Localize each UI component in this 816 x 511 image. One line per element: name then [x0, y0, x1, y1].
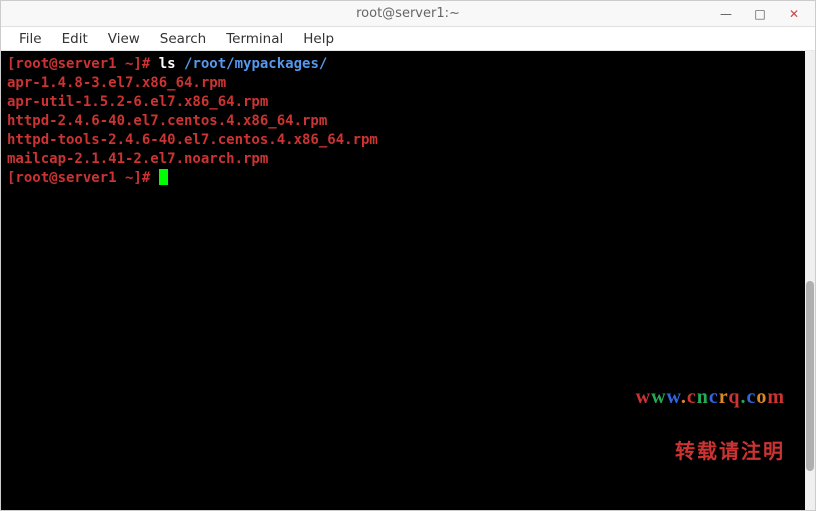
maximize-icon: □: [754, 7, 765, 21]
output-line-5: mailcap-2.1.41-2.el7.noarch.rpm: [7, 151, 268, 167]
output-line-1: apr-1.4.8-3.el7.x86_64.rpm: [7, 75, 226, 91]
titlebar: root@server1:~ — □ ✕: [1, 1, 815, 27]
minimize-icon: —: [720, 7, 732, 21]
maximize-button[interactable]: □: [743, 2, 777, 26]
terminal-window: root@server1:~ — □ ✕ File Edit View Sear…: [0, 0, 816, 511]
menu-file[interactable]: File: [9, 29, 52, 49]
window-controls: — □ ✕: [709, 1, 811, 26]
prompt-2: [root@server1 ~]#: [7, 170, 159, 186]
output-line-2: apr-util-1.5.2-6.el7.x86_64.rpm: [7, 94, 268, 110]
close-icon: ✕: [789, 7, 799, 21]
scrollbar[interactable]: [805, 51, 815, 510]
menubar: File Edit View Search Terminal Help: [1, 27, 815, 51]
watermark: www.cncrq.com 转载请注明: [636, 350, 785, 500]
close-button[interactable]: ✕: [777, 2, 811, 26]
scrollbar-thumb[interactable]: [806, 281, 814, 471]
prompt-1: [root@server1 ~]#: [7, 56, 159, 72]
window-title: root@server1:~: [356, 6, 460, 21]
menu-search[interactable]: Search: [150, 29, 216, 49]
minimize-button[interactable]: —: [709, 2, 743, 26]
menu-edit[interactable]: Edit: [52, 29, 98, 49]
menu-view[interactable]: View: [98, 29, 150, 49]
command-path: /root/mypackages/: [184, 56, 327, 72]
terminal-output[interactable]: [root@server1 ~]# ls /root/mypackages/ a…: [1, 51, 805, 510]
command-ls: ls: [159, 56, 184, 72]
menu-terminal[interactable]: Terminal: [216, 29, 293, 49]
terminal-container: [root@server1 ~]# ls /root/mypackages/ a…: [1, 51, 815, 510]
menu-help[interactable]: Help: [293, 29, 344, 49]
watermark-url: www.cncrq.com: [636, 388, 785, 407]
output-line-4: httpd-tools-2.4.6-40.el7.centos.4.x86_64…: [7, 132, 378, 148]
watermark-note: 转载请注明: [636, 443, 785, 462]
output-line-3: httpd-2.4.6-40.el7.centos.4.x86_64.rpm: [7, 113, 327, 129]
cursor: [159, 169, 168, 185]
